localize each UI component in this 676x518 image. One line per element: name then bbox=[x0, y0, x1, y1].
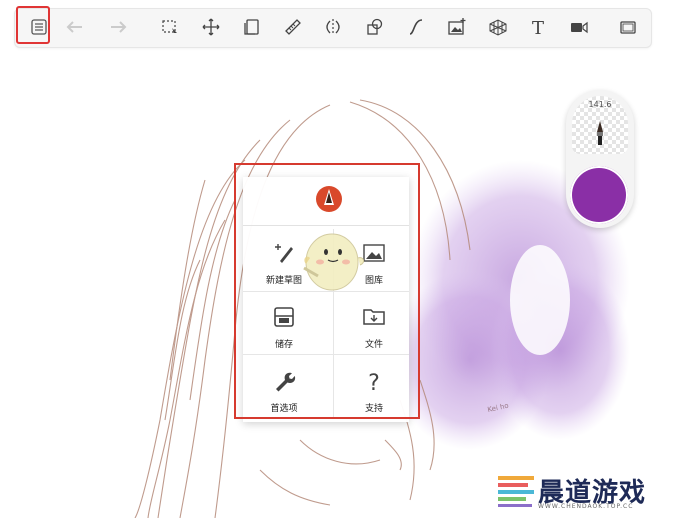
brush-puck[interactable]: 141.6 bbox=[566, 90, 634, 228]
ruler-icon[interactable] bbox=[278, 12, 308, 42]
main-menu-popup: 新建草图 图库 储存 文件 首选项 ? 支持 bbox=[243, 177, 409, 422]
text-icon[interactable]: T bbox=[523, 12, 553, 42]
file-icon bbox=[363, 309, 385, 325]
watermark-logo-icon bbox=[498, 476, 534, 507]
file-button[interactable]: 文件 bbox=[333, 293, 415, 355]
svg-text:?: ? bbox=[368, 371, 380, 393]
perspective-icon[interactable] bbox=[483, 12, 513, 42]
curve-icon[interactable] bbox=[401, 12, 431, 42]
new-sketch-icon bbox=[275, 244, 293, 263]
menu-header bbox=[243, 177, 409, 226]
save-button[interactable]: 储存 bbox=[243, 293, 325, 355]
watermark-url: WWW.CHENDAOK.TOP.CC bbox=[538, 503, 634, 510]
video-icon[interactable] bbox=[564, 12, 594, 42]
color-swatch[interactable] bbox=[570, 166, 628, 224]
brush-icon bbox=[597, 121, 603, 145]
gallery-icon bbox=[363, 244, 385, 262]
main-toolbar: T bbox=[14, 8, 652, 48]
selection-icon[interactable] bbox=[155, 12, 185, 42]
redo-icon[interactable] bbox=[103, 12, 133, 42]
new-sketch-label: 新建草图 bbox=[265, 276, 302, 286]
brush-size-label: 141.6 bbox=[588, 100, 612, 109]
gallery-button[interactable]: 图库 bbox=[333, 229, 415, 291]
menu-grid: 新建草图 图库 储存 文件 首选项 ? 支持 bbox=[243, 227, 409, 419]
image-icon[interactable] bbox=[442, 12, 472, 42]
app-logo-icon bbox=[316, 186, 342, 212]
transform-icon[interactable] bbox=[196, 12, 226, 42]
question-mark-icon: ? bbox=[368, 371, 380, 393]
support-button[interactable]: ? 支持 bbox=[333, 357, 415, 419]
file-label: 文件 bbox=[364, 340, 383, 350]
new-sketch-button[interactable]: 新建草图 bbox=[243, 229, 325, 291]
text-icon-glyph: T bbox=[532, 18, 544, 37]
layers-icon[interactable] bbox=[237, 12, 267, 42]
shapes-icon[interactable] bbox=[360, 12, 390, 42]
fullscreen-icon[interactable] bbox=[613, 12, 643, 42]
save-icon bbox=[274, 307, 294, 327]
site-watermark: 晨道游戏 WWW.CHENDAOK.TOP.CC bbox=[498, 472, 668, 516]
symmetry-icon[interactable] bbox=[318, 12, 348, 42]
wrench-icon bbox=[276, 372, 296, 392]
undo-icon[interactable] bbox=[60, 12, 90, 42]
save-label: 储存 bbox=[274, 340, 293, 350]
support-label: 支持 bbox=[364, 404, 383, 414]
gallery-label: 图库 bbox=[364, 276, 383, 286]
menu-list-icon[interactable] bbox=[24, 12, 54, 42]
preferences-label: 首选项 bbox=[270, 404, 298, 414]
preferences-button[interactable]: 首选项 bbox=[243, 357, 325, 419]
